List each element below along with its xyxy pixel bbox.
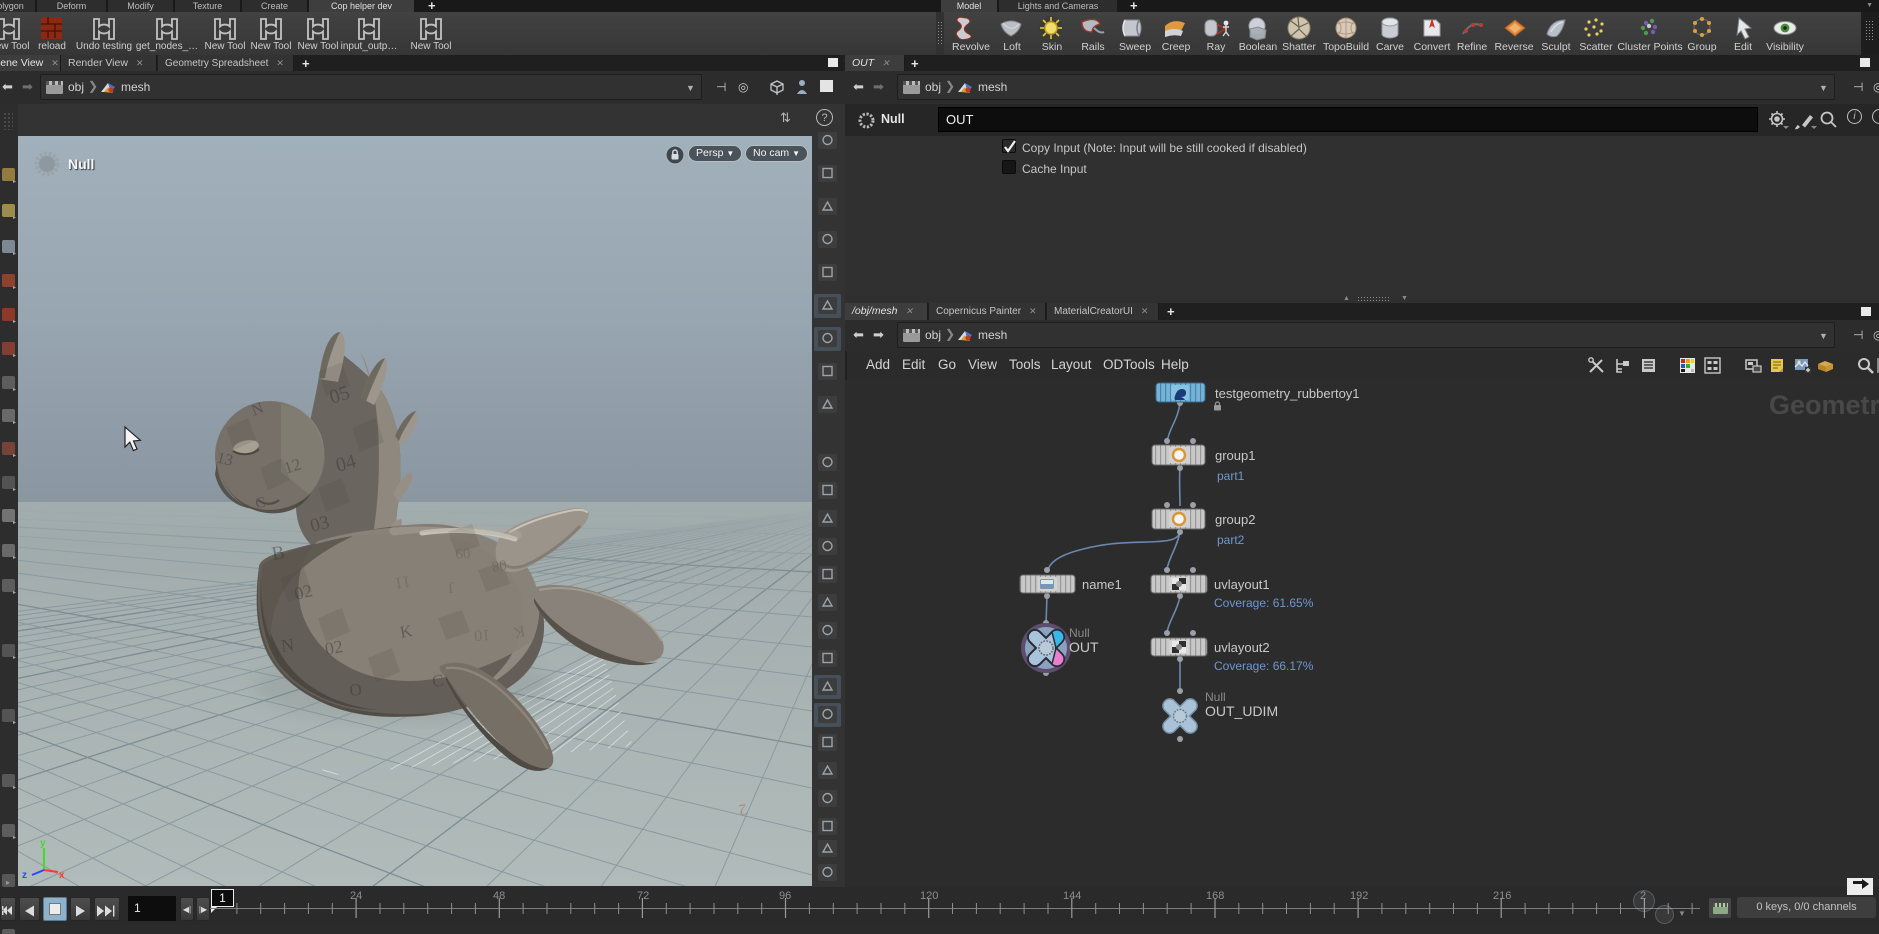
svg-text:Geometry: Geometry: [1769, 390, 1879, 420]
svg-text:x: x: [59, 870, 65, 881]
svg-text:J: J: [448, 578, 455, 595]
svg-text:z: z: [22, 870, 27, 881]
svg-text:Null: Null: [68, 156, 94, 172]
svg-text:O: O: [348, 680, 362, 700]
svg-text:N: N: [280, 634, 296, 656]
svg-text:11: 11: [393, 572, 412, 593]
svg-text:10: 10: [474, 626, 491, 644]
svg-text:y: y: [40, 838, 46, 849]
